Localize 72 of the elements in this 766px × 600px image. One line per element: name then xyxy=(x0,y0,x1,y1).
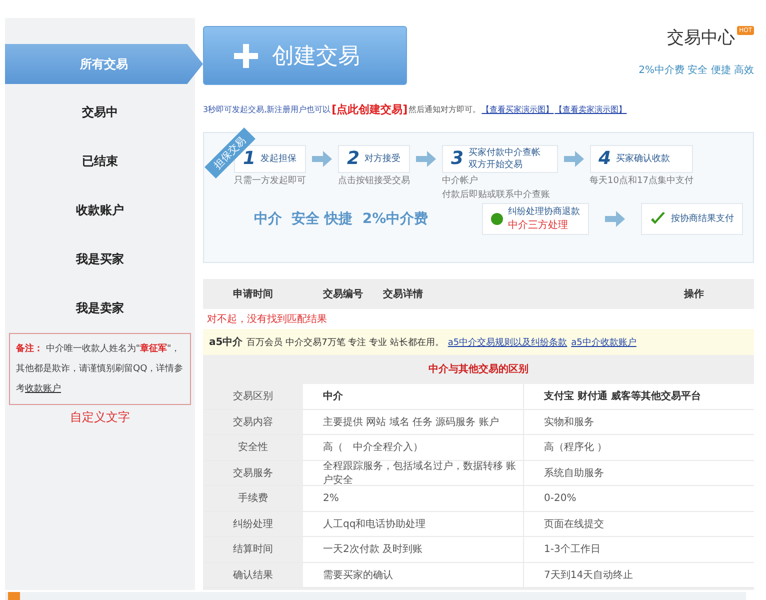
table-cell-text: 交易服务 xyxy=(232,466,274,481)
table-cell-text: 交易区别 xyxy=(232,390,274,404)
sidebar-item[interactable]: 已结束 xyxy=(5,137,195,186)
table-cell: 一天2次付款 及时到账 xyxy=(303,537,524,562)
column-header: 申请时间 xyxy=(233,288,274,302)
custom-text: 自定义文字 xyxy=(69,409,131,426)
demo-link[interactable]: 【查看卖家演示图】 xyxy=(554,104,627,116)
table-cell: 系统自助服务 xyxy=(524,460,754,485)
column-header: 交易编号 xyxy=(323,287,364,302)
footer-icon xyxy=(8,592,20,600)
sidebar-item[interactable]: 我是卖家 xyxy=(5,284,195,333)
sidebar-item[interactable]: 我是买家 xyxy=(5,235,195,284)
center-subtitle: 2%中介费 安全 便捷 高效 xyxy=(638,64,754,77)
table-cell-text: 结算时间 xyxy=(232,542,274,558)
table-cell: 全程跟踪服务，包括域名过户，数据转移 账户安全 xyxy=(303,460,524,485)
step-caption: 每天10点和17点集中支付 xyxy=(590,176,694,187)
plus-icon xyxy=(234,44,258,68)
step-number: 1 xyxy=(243,148,256,170)
create-trade-link[interactable]: [点此创建交易] xyxy=(332,102,408,118)
table-cell: 1-3个工作日 xyxy=(524,537,754,562)
table-cell-text: 确认结果 xyxy=(232,568,274,583)
table-cell: 实物和服务 xyxy=(524,410,754,434)
table-cell: 主要提供 网站 域名 任务 源码服务 账户 xyxy=(303,410,524,434)
table-cell: 2% xyxy=(303,486,524,510)
table-cell: 支付宝 财付通 威客等其他交易平台 xyxy=(524,384,754,408)
table-cell-text: 安全性 xyxy=(237,440,269,456)
arrow-icon xyxy=(564,150,584,167)
note-text: 备注： 中介唯一收款人姓名为"章征军"，其他都是欺诈，请谨慎别刷留QQ，详情参考收款账户 xyxy=(16,344,184,394)
arrow-icon xyxy=(605,210,625,227)
step-title: 买家确认收款 xyxy=(616,152,670,165)
intro-text: 3秒即可发起交易,新注册用户也可以 xyxy=(203,104,331,116)
step-caption: 付款后即贴或联系中介查账 xyxy=(442,190,551,201)
table-cell: 7天到14天自动终止 xyxy=(524,562,754,587)
step-title: 对方接受 xyxy=(364,152,401,165)
arrow-icon xyxy=(312,150,332,167)
notice-link[interactable]: a5中介收款账户 xyxy=(571,336,636,349)
table-cell-text: 手续费 xyxy=(237,492,269,506)
arrow-icon xyxy=(416,150,436,167)
center-title: 交易中心 xyxy=(667,27,736,49)
table-cell-text: 交易内容 xyxy=(232,416,274,430)
step-caption: 只需一方发起即可 xyxy=(234,176,306,187)
brand-text: a5中介 xyxy=(209,336,243,350)
step-number: 2 xyxy=(347,148,360,170)
comparison-title: 中介与其他交易的区别 xyxy=(203,355,754,384)
slogan-text: 中介 安全 快捷 2%中介费 xyxy=(254,210,430,228)
notice-text: 百万会员 中介交易7万笔 专注 专业 站长都在用。 xyxy=(246,336,444,349)
sidebar-item[interactable]: 交易中 xyxy=(5,88,195,137)
empty-message: 对不起，没有找到匹配结果 xyxy=(206,312,328,328)
step-number: 3 xyxy=(451,148,464,170)
table-cell: 高（程序化 ） xyxy=(524,435,754,460)
step-note: 中介三方处理 xyxy=(508,218,569,232)
demo-link[interactable]: 【查看买家演示图】 xyxy=(482,104,554,116)
table-cell: 需要买家的确认 xyxy=(303,562,524,587)
table-cell: 人工qq和电话协助处理 xyxy=(303,512,524,536)
step-title: 买家付款中介查帐双方开始交易 xyxy=(468,146,542,171)
column-header: 操作 xyxy=(684,288,704,302)
table-cell: 页面在线提交 xyxy=(524,512,754,536)
table-cell: 高（ 中介全程介入） xyxy=(303,435,524,460)
account-link[interactable]: 收款账户 xyxy=(25,384,61,394)
column-header: 交易详情 xyxy=(383,287,424,302)
step-caption: 中介帐户 xyxy=(442,176,479,187)
step-title: 发起担保 xyxy=(260,152,297,165)
step-title: 按协商结果支付 xyxy=(671,212,734,225)
step-number: 4 xyxy=(598,148,612,170)
table-cell-text: 纠纷处理 xyxy=(232,518,274,532)
step-caption: 点击按钮接受交易 xyxy=(338,176,410,187)
intro-text: 然后通知对方即可。 xyxy=(408,104,481,116)
table-cell: 0-20% xyxy=(524,486,754,510)
step-title: 纠纷处理协商退款 xyxy=(508,206,580,218)
notice-link[interactable]: a5中介交易规则以及纠纷条款 xyxy=(448,336,568,349)
table-cell: 中介 xyxy=(303,384,524,408)
sidebar-item[interactable]: 收款账户 xyxy=(5,186,195,235)
